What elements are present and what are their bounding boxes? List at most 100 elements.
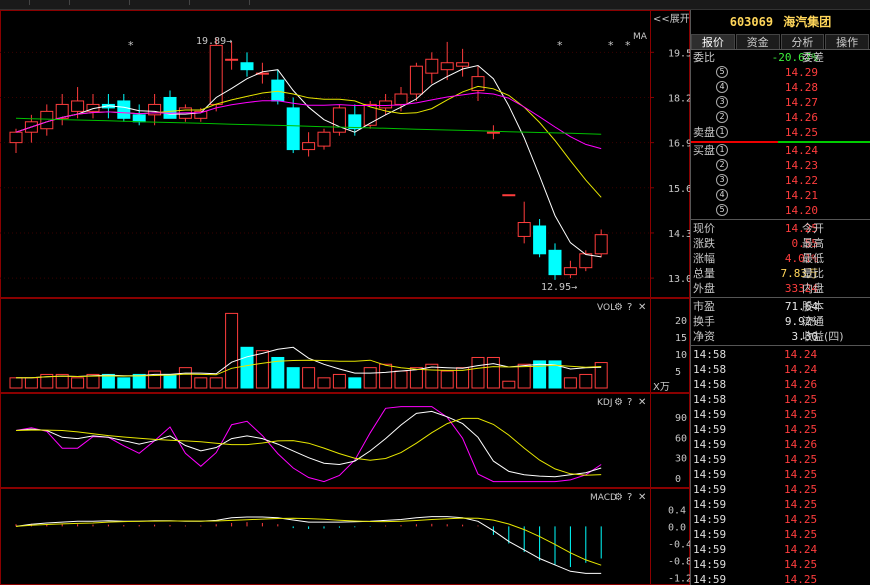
sell-level-row: 4 14.28: [691, 80, 870, 95]
volume-bar: [486, 356, 500, 389]
tick-row: 14:58 14.25: [691, 392, 870, 407]
vol-tick-label: 5: [675, 367, 681, 378]
stat-label: 涨幅: [693, 252, 715, 265]
candle-body: [533, 225, 547, 255]
toolbar-item[interactable]: [160, 0, 190, 5]
volume-bar: [255, 350, 269, 389]
stat-label: 现价: [693, 222, 715, 235]
volume-bar: [163, 373, 177, 389]
stat-label: 涨跌: [693, 237, 715, 250]
tick-time: 14:58: [693, 363, 727, 376]
volume-bar: [379, 363, 393, 389]
toolbar-item[interactable]: [40, 0, 70, 5]
sell-level-row: 5 14.29: [691, 65, 870, 80]
ma60-line: [15, 117, 602, 135]
tick-time: 14:59: [693, 438, 727, 451]
tab-funds[interactable]: 资金: [735, 34, 780, 49]
stat-row: 现价 14.25 今开: [691, 221, 870, 236]
candle-body: [425, 58, 439, 74]
tick-price: 14.25: [784, 393, 818, 406]
candle-body: [240, 62, 254, 71]
panel-frame: [0, 393, 690, 488]
tick-time: 14:59: [693, 468, 727, 481]
candle-body: [594, 234, 608, 255]
tick-row: 14:59 14.25: [691, 512, 870, 527]
candle-body: [471, 76, 485, 92]
vol-tick-label: 20: [675, 316, 687, 327]
buy-level-badge: 5: [716, 204, 728, 216]
price-tick-label: 16.9: [668, 139, 690, 150]
buy-price: 14.24: [784, 144, 818, 157]
toolbar-item[interactable]: [100, 0, 130, 5]
sell-price: 14.25: [784, 126, 818, 139]
kdj-label: KDJ: [597, 398, 613, 408]
tick-list[interactable]: 14:58 14.24 14:58 14.24 14:58 14.26 14:58 14.25…: [691, 347, 870, 585]
kline-chart[interactable]: 19.5 18.2 16.9 15.6 14.3 13.0 MA <<展开 19.89→ 12.9…: [0, 10, 690, 585]
buy-level-badge: 2: [716, 159, 728, 171]
expand-button[interactable]: <<展开: [653, 13, 690, 25]
buy-price: 14.22: [784, 174, 818, 187]
help-icon: ?: [627, 397, 632, 408]
tick-row: 14:58 14.24: [691, 347, 870, 362]
help-icon: ?: [627, 302, 632, 313]
kdj-tick-label: 60: [675, 433, 687, 444]
buy-price: 14.21: [784, 189, 818, 202]
stock-title: 603069 海汽集团: [691, 10, 870, 34]
tick-row: 14:59 14.25: [691, 527, 870, 542]
stat-label-right: 流通: [802, 315, 824, 328]
tick-price: 14.26: [784, 438, 818, 451]
tick-price: 14.24: [784, 363, 818, 376]
macd-tick-label: -0.4: [668, 540, 690, 551]
vol-tick-label: 15: [675, 333, 687, 344]
kdj-d-line: [15, 417, 602, 476]
vol-unit-label: X万: [653, 382, 670, 393]
settings-icon: ⚙: [614, 302, 623, 313]
help-icon: ?: [627, 492, 632, 503]
volume-bar: [225, 312, 239, 389]
volume-bar: [579, 373, 593, 389]
event-marker-icon: *: [557, 39, 563, 52]
candle-body: [548, 249, 562, 276]
settings-icon: ⚙: [614, 397, 623, 408]
volume-bar: [209, 377, 223, 389]
candle-body: [163, 96, 177, 119]
macd-label: MACD: [590, 493, 617, 503]
stat-label: 总量: [693, 267, 715, 280]
macd-tick-label: -0.8: [668, 557, 690, 568]
candle-body: [502, 194, 516, 197]
event-marker-icon: *: [128, 39, 134, 52]
stat-label-right: 最高: [802, 237, 824, 250]
tick-time: 14:59: [693, 573, 727, 585]
candle-body: [394, 93, 408, 105]
sell-price: 14.28: [784, 81, 818, 94]
price-tick-label: 19.5: [668, 48, 690, 59]
vol-label: VOL: [597, 303, 615, 313]
volume-bar: [409, 367, 423, 389]
candle-body: [286, 107, 300, 151]
tab-analysis[interactable]: 分析: [780, 34, 825, 49]
sell-level-row: 2 14.26: [691, 110, 870, 125]
tick-row: 14:59 14.25: [691, 452, 870, 467]
price-tick-label: 18.2: [668, 93, 690, 104]
tab-quote[interactable]: 报价: [691, 34, 735, 49]
stat-label: 换手: [693, 315, 715, 328]
buy-price: 14.23: [784, 159, 818, 172]
tick-price: 14.25: [784, 423, 818, 436]
stat-row: 净资 3.30 收益(四): [691, 329, 870, 344]
buy-level-row: 4 14.21: [691, 188, 870, 203]
webi-row: 委比 -20.67% 委差: [691, 50, 870, 65]
candle-body: [456, 62, 470, 67]
stat-row: 市盈 71.64 股本: [691, 299, 870, 314]
tab-operation[interactable]: 操作: [825, 34, 869, 49]
buy-level-row: 5 14.20: [691, 203, 870, 218]
tick-price: 14.25: [784, 513, 818, 526]
volume-bar: [178, 367, 192, 389]
volume-bar: [502, 380, 516, 389]
kdj-k-line: [15, 410, 602, 478]
volume-bar: [332, 373, 346, 389]
toolbar-item[interactable]: [220, 0, 250, 5]
buy-label: 买盘: [693, 144, 715, 157]
tick-row: 14:59 14.25: [691, 557, 870, 572]
stat-label: 净资: [693, 330, 715, 343]
toolbar-item[interactable]: [0, 0, 30, 5]
